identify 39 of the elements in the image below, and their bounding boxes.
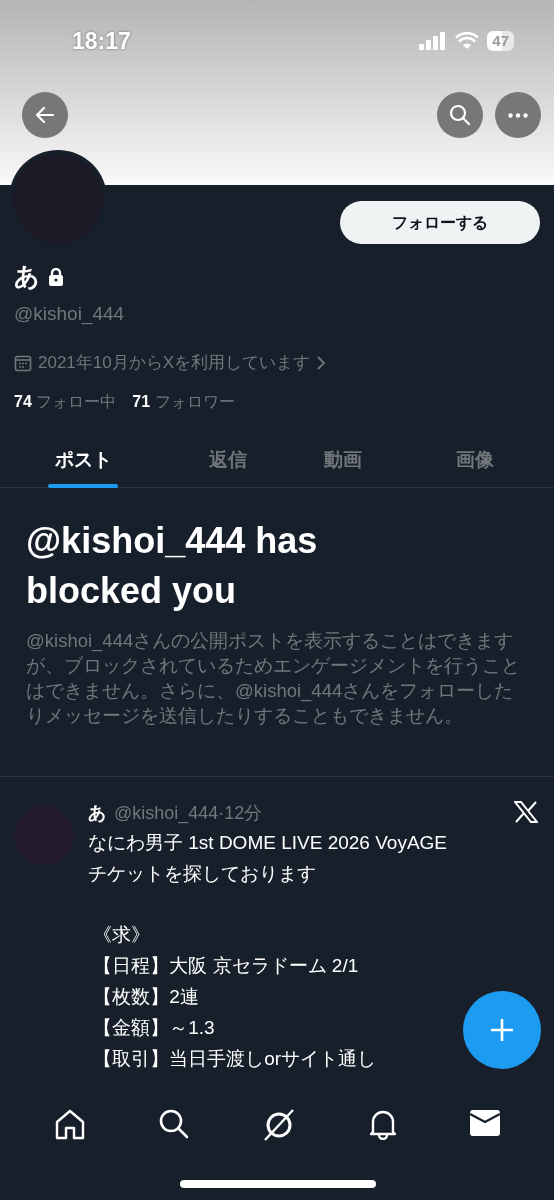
post-text-line: 【日程】大阪 京セラドーム 2/1 <box>92 953 359 978</box>
calendar-icon <box>14 353 32 372</box>
signal-icon <box>419 32 448 50</box>
more-icon <box>508 112 528 118</box>
search-button[interactable] <box>437 92 483 138</box>
back-arrow-icon <box>35 106 55 124</box>
wifi-icon <box>455 32 480 50</box>
mail-icon[interactable] <box>470 1108 500 1136</box>
profile-tab[interactable]: 返信 <box>166 433 290 487</box>
profile-handle: @kishoi_444 <box>14 301 126 327</box>
profile-tab[interactable]: ポスト <box>0 433 166 487</box>
profile-name: あ <box>14 261 40 292</box>
plus-icon <box>490 1018 514 1042</box>
profile-tab[interactable]: 画像 <box>396 433 554 487</box>
chevron-right-icon <box>316 354 327 371</box>
post-text-line: チケットを探しております <box>88 861 316 886</box>
post-text-line: 【枚数】2連 <box>92 984 199 1009</box>
battery-indicator: 47 <box>487 31 514 51</box>
post-text-line: なにわ男子 1st DOME LIVE 2026 VoyAGE <box>88 830 447 855</box>
more-button[interactable] <box>495 92 541 138</box>
post-author-name: あ <box>88 801 106 825</box>
joined-date-link[interactable]: 2021年10月からXを利用しています <box>38 350 311 376</box>
blocked-title: @kishoi_444 has blocked you <box>26 518 319 613</box>
clock-time: 18:17 <box>72 26 131 56</box>
post-text-line: 【金額】～1.3 <box>92 1015 215 1040</box>
follow-button[interactable]: フォローする <box>340 201 540 244</box>
post-text-line: 《求》 <box>92 922 151 947</box>
search-icon[interactable] <box>158 1108 190 1140</box>
x-logo-icon <box>514 800 538 823</box>
post-text-line: 【取引】当日手渡しorサイト通し <box>92 1046 377 1071</box>
bell-icon[interactable] <box>368 1108 398 1140</box>
home-icon[interactable] <box>54 1108 86 1140</box>
profile-tab[interactable]: 動画 <box>290 433 396 487</box>
followers-link[interactable]: 71 フォロワー <box>132 389 235 414</box>
post-handle-time: @kishoi_444·12分 <box>114 801 263 826</box>
blocked-message: @kishoi_444さんの公開ポストを表示することはできますが、ブロックされているためエンゲージメントを行うことはできません。さらに、@kishoi_444さんをフォローしたりメッセージを送信したりすることもできません。 <box>26 628 521 728</box>
back-button[interactable] <box>22 92 68 138</box>
following-link[interactable]: 74 フォロー中 <box>14 389 117 414</box>
search-icon <box>449 104 471 126</box>
